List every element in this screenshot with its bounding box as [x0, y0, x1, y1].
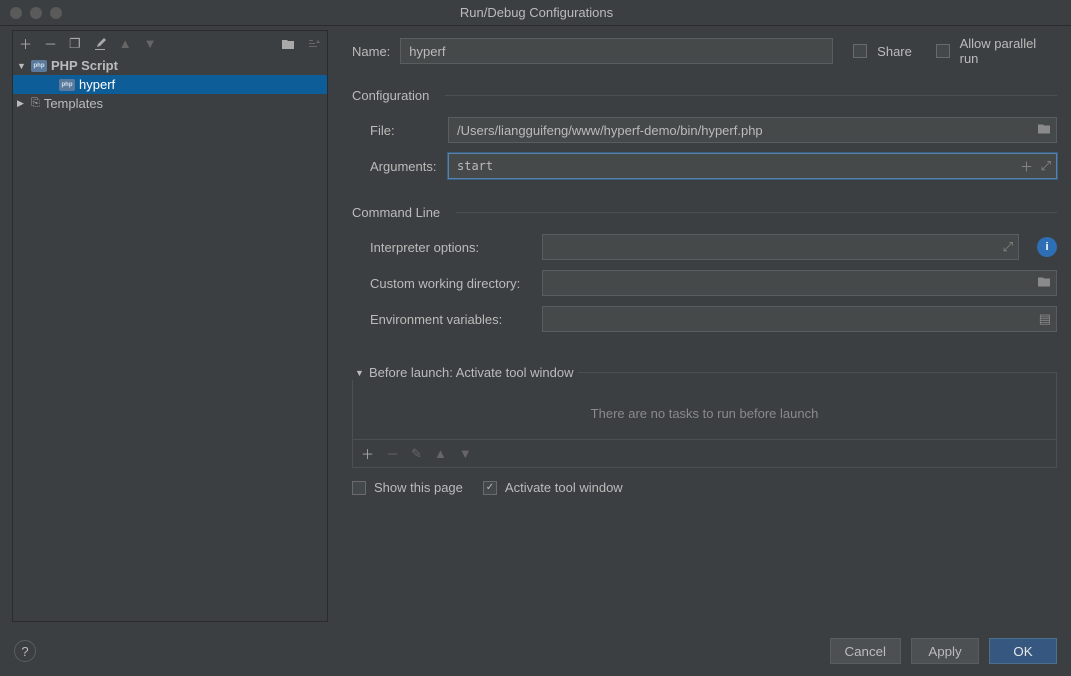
env-input[interactable]	[542, 306, 1057, 332]
browse-file-icon[interactable]	[1037, 123, 1051, 138]
env-label: Environment variables:	[370, 312, 530, 327]
allow-parallel-checkbox[interactable]	[936, 44, 950, 58]
edit-task-icon: ✎	[411, 446, 422, 462]
move-task-down-icon: ▼	[459, 446, 472, 461]
browse-folder-icon[interactable]	[1037, 276, 1051, 291]
list-edit-icon[interactable]: ▤	[1039, 311, 1051, 327]
close-window-icon[interactable]	[10, 7, 22, 19]
sidebar-toolbar: ＋ － ❐ ▲ ▼	[13, 31, 327, 56]
before-launch-empty-text: There are no tasks to run before launch	[353, 388, 1056, 439]
chevron-down-icon: ▼	[17, 61, 27, 71]
ok-button[interactable]: OK	[989, 638, 1057, 664]
php-icon: php	[59, 79, 75, 91]
add-config-icon[interactable]: ＋	[19, 34, 32, 53]
share-checkbox[interactable]	[853, 44, 867, 58]
interpreter-options-input[interactable]	[542, 234, 1019, 260]
expand-field-icon[interactable]: ⤢	[1003, 239, 1013, 255]
window-controls	[0, 7, 62, 19]
chevron-down-icon[interactable]: ▼	[355, 368, 365, 378]
remove-config-icon[interactable]: －	[44, 34, 57, 53]
main-panel: Name: Share Allow parallel run Configura…	[328, 26, 1071, 626]
interpreter-options-label: Interpreter options:	[370, 240, 530, 255]
info-icon[interactable]: i	[1037, 237, 1057, 257]
tree-node-hyperf[interactable]: php hyperf	[13, 75, 327, 94]
edit-defaults-icon[interactable]	[93, 37, 107, 51]
configuration-section-label: Configuration	[352, 88, 429, 103]
arguments-label: Arguments:	[370, 159, 436, 174]
name-input[interactable]	[400, 38, 833, 64]
divider	[456, 212, 1057, 213]
copy-config-icon[interactable]: ❐	[69, 36, 81, 52]
tree-node-php-script[interactable]: ▼ php PHP Script	[13, 56, 327, 75]
window-title: Run/Debug Configurations	[62, 5, 1071, 20]
help-button[interactable]: ?	[14, 640, 36, 662]
file-input[interactable]	[448, 117, 1057, 143]
arguments-input[interactable]	[448, 153, 1057, 179]
cwd-input[interactable]	[542, 270, 1057, 296]
file-label: File:	[370, 123, 436, 138]
apply-button[interactable]: Apply	[911, 638, 979, 664]
templates-icon: ⎘	[31, 97, 40, 110]
expand-field-icon[interactable]: ⤢	[1041, 158, 1051, 174]
move-task-up-icon: ▲	[434, 446, 447, 461]
folder-config-icon[interactable]	[281, 38, 295, 50]
before-launch-panel: ▼ Before launch: Activate tool window Th…	[352, 372, 1057, 468]
sort-config-icon	[307, 38, 321, 50]
php-icon: php	[31, 60, 47, 72]
share-label: Share	[877, 44, 912, 59]
dialog-footer: ? Cancel Apply OK	[0, 626, 1071, 676]
titlebar: Run/Debug Configurations	[0, 0, 1071, 26]
before-launch-label: Before launch: Activate tool window	[369, 365, 574, 380]
add-task-icon[interactable]: ＋	[361, 444, 374, 463]
activate-tool-window-label: Activate tool window	[505, 480, 623, 495]
move-down-icon: ▼	[144, 36, 157, 51]
zoom-window-icon[interactable]	[50, 7, 62, 19]
name-label: Name:	[352, 44, 390, 59]
commandline-section-label: Command Line	[352, 205, 440, 220]
cancel-button[interactable]: Cancel	[830, 638, 902, 664]
allow-parallel-label: Allow parallel run	[960, 36, 1057, 66]
config-sidebar: ＋ － ❐ ▲ ▼ ▼ php PHP Script p	[12, 30, 328, 622]
move-up-icon: ▲	[119, 36, 132, 51]
cwd-label: Custom working directory:	[370, 276, 530, 291]
config-tree: ▼ php PHP Script php hyperf ▶ ⎘ Template…	[13, 56, 327, 621]
tree-node-label: PHP Script	[51, 58, 118, 73]
activate-tool-window-checkbox[interactable]	[483, 481, 497, 495]
minimize-window-icon[interactable]	[30, 7, 42, 19]
remove-task-icon: －	[386, 444, 399, 463]
insert-macro-icon[interactable]: ＋	[1020, 157, 1033, 176]
show-this-page-label: Show this page	[374, 480, 463, 495]
before-launch-toolbar: ＋ － ✎ ▲ ▼	[353, 439, 1056, 467]
tree-node-templates[interactable]: ▶ ⎘ Templates	[13, 94, 327, 113]
divider	[445, 95, 1057, 96]
chevron-right-icon: ▶	[17, 98, 27, 109]
tree-node-label: hyperf	[79, 77, 115, 92]
show-this-page-checkbox[interactable]	[352, 481, 366, 495]
tree-node-label: Templates	[44, 96, 103, 111]
